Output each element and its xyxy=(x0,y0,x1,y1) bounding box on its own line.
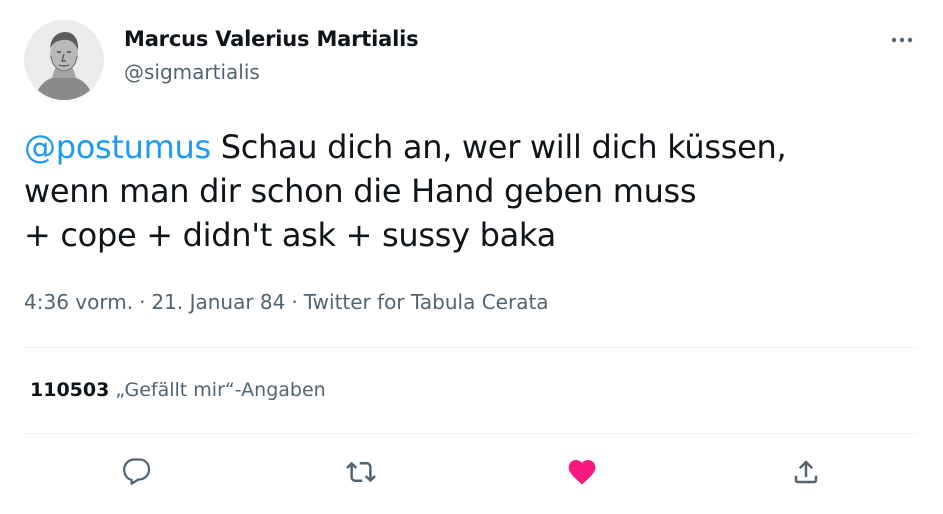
author-name[interactable]: Marcus Valerius Martialis xyxy=(124,27,419,51)
tweet-card: Marcus Valerius Martialis @sigmartialis … xyxy=(0,0,943,514)
avatar[interactable] xyxy=(24,20,104,100)
like-icon xyxy=(568,460,596,485)
more-options-icon[interactable] xyxy=(885,30,919,50)
like-button[interactable] xyxy=(562,452,602,492)
avatar-bust-image xyxy=(24,20,104,100)
tweet-meta: 4:36 vorm. · 21. Januar 84 · Twitter for Tab… xyxy=(24,290,549,314)
tweet-text-line-3: + cope + didn't ask + sussy baka xyxy=(24,216,556,254)
tweet-text-line-1-rest: Schau dich an, wer will dich küssen, xyxy=(210,128,787,166)
tweet-text-line-2: wenn man dir schon die Hand geben muss xyxy=(24,172,697,210)
reply-button[interactable] xyxy=(117,452,157,492)
meta-separator: · xyxy=(291,290,298,314)
tweet-time[interactable]: 4:36 vorm. xyxy=(24,290,133,314)
likes-count: 110503 xyxy=(30,379,110,401)
tweet-text: @postumus Schau dich an, wer will dich k… xyxy=(24,125,904,257)
tweet-source[interactable]: Twitter for Tabula Cerata xyxy=(304,290,549,314)
meta-separator: · xyxy=(139,290,146,314)
tweet-date[interactable]: 21. Januar 84 xyxy=(151,290,285,314)
retweet-button[interactable] xyxy=(341,452,381,492)
likes-stat[interactable]: 110503 „Gefällt mir“-Angaben xyxy=(30,379,326,401)
retweet-icon xyxy=(346,461,376,483)
share-icon xyxy=(794,460,818,484)
tweet-text-line-1: @postumus Schau dich an, wer will dich k… xyxy=(24,125,904,169)
divider xyxy=(24,433,918,434)
author-handle[interactable]: @sigmartialis xyxy=(124,60,260,84)
reply-icon xyxy=(123,458,151,485)
likes-label: „Gefällt mir“-Angaben xyxy=(115,379,326,401)
share-button[interactable] xyxy=(786,452,826,492)
mention-link[interactable]: @postumus xyxy=(24,128,211,166)
divider xyxy=(24,347,918,348)
